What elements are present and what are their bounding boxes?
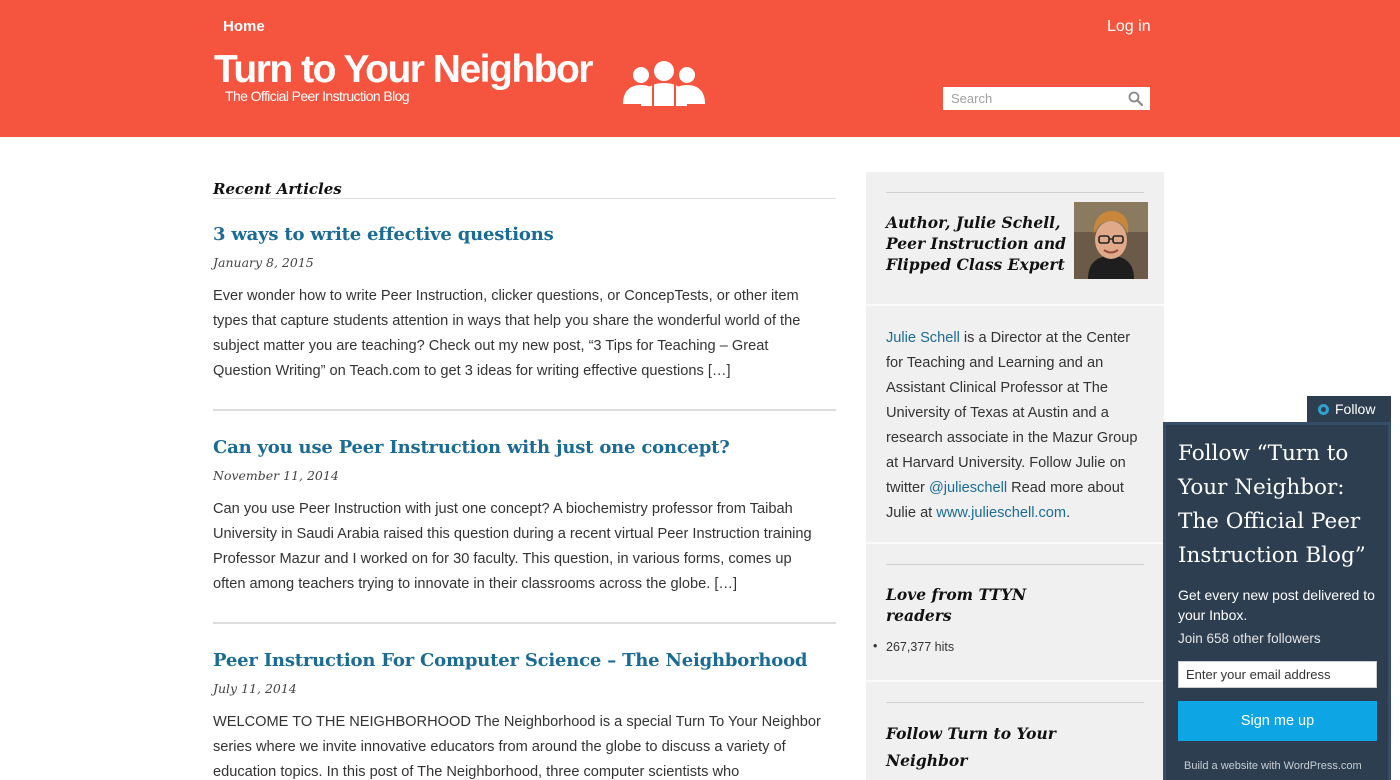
- divider: [213, 622, 836, 624]
- article-title-link[interactable]: Can you use Peer Instruction with just o…: [213, 437, 836, 458]
- article-date: July 11, 2014: [213, 681, 297, 696]
- divider: [866, 304, 1164, 306]
- follow-title: Follow “Turn to Your Neighbor: The Offic…: [1178, 441, 1366, 568]
- author-name-link[interactable]: Julie Schell: [886, 330, 960, 346]
- article-3: Peer Instruction For Computer Science – …: [213, 650, 836, 780]
- article-date: November 11, 2014: [213, 468, 339, 483]
- wordpress-credit-link[interactable]: Build a website with WordPress.com: [1184, 760, 1362, 772]
- nav-home-link[interactable]: Home: [223, 18, 265, 35]
- author-bio: Julie Schell is a Director at the Center…: [886, 326, 1148, 526]
- love-widget-heading: Love from TTYN readers: [886, 585, 1027, 625]
- divider: [886, 564, 1144, 565]
- sign-up-button[interactable]: Sign me up: [1178, 701, 1377, 741]
- article-excerpt: Ever wonder how to write Peer Instructio…: [213, 288, 801, 379]
- divider: [213, 198, 836, 199]
- follow-panel: Follow “Turn to Your Neighbor: The Offic…: [1163, 422, 1391, 780]
- divider: [886, 192, 1144, 193]
- follow-tab-button[interactable]: Follow: [1307, 396, 1391, 423]
- divider: [866, 542, 1164, 544]
- author-photo[interactable]: [1074, 202, 1148, 279]
- nav-login-link[interactable]: Log in: [1107, 18, 1151, 36]
- article-title-link[interactable]: 3 ways to write effective questions: [213, 224, 836, 245]
- article-excerpt: Can you use Peer Instruction with just o…: [213, 501, 812, 592]
- hits-counter: 267,377 hits: [873, 639, 954, 654]
- article-2: Can you use Peer Instruction with just o…: [213, 437, 836, 597]
- sidebar: Author, Julie Schell, Peer Instruction a…: [866, 172, 1164, 780]
- divider: [213, 409, 836, 411]
- site-header: Home Log in Turn to Your Neighbor The Of…: [0, 0, 1400, 137]
- author-widget-heading: Author, Julie Schell, Peer Instruction a…: [886, 213, 1067, 274]
- search-icon[interactable]: [1128, 91, 1143, 106]
- site-title[interactable]: Turn to Your Neighbor: [214, 48, 593, 92]
- follow-plus-icon: [1318, 404, 1329, 415]
- followers-count: Join 658 other followers: [1178, 631, 1321, 646]
- search-input[interactable]: [943, 87, 1123, 110]
- site-tagline: The Official Peer Instruction Blog: [225, 88, 410, 104]
- article-title-link[interactable]: Peer Instruction For Computer Science – …: [213, 650, 836, 671]
- twitter-link[interactable]: @julieschell: [929, 480, 1007, 496]
- article-date: January 8, 2015: [213, 255, 314, 270]
- follow-tab-label: Follow: [1335, 401, 1376, 417]
- bio-text: .: [1066, 505, 1071, 521]
- article-1: 3 ways to write effective questions Janu…: [213, 224, 836, 384]
- search-box: [943, 87, 1150, 110]
- bio-text: is a Director at the Center for Teaching…: [886, 330, 1138, 496]
- author-site-link[interactable]: www.julieschell.com: [936, 505, 1066, 521]
- email-input[interactable]: [1178, 661, 1377, 688]
- people-group-icon: [623, 61, 705, 106]
- divider: [866, 680, 1164, 682]
- follow-widget-heading: Follow Turn to Your Neighbor: [886, 724, 1056, 770]
- divider: [886, 702, 1144, 703]
- follow-description: Get every new post delivered to your Inb…: [1178, 587, 1375, 623]
- article-excerpt: WELCOME TO THE NEIGHBORHOOD The Neighbor…: [213, 714, 821, 780]
- recent-articles-heading: Recent Articles: [213, 180, 342, 198]
- author-portrait-icon: [1074, 202, 1148, 279]
